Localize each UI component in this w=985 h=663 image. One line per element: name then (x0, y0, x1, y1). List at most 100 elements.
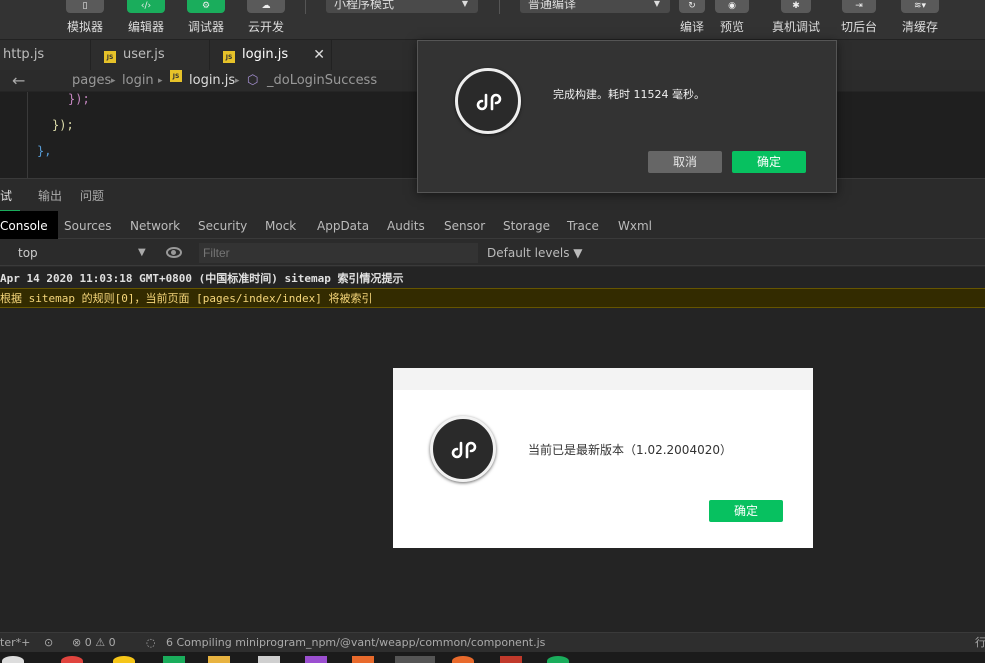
breadcrumb-item[interactable]: pages (72, 70, 111, 92)
toolbar-divider (305, 0, 306, 14)
js-file-icon: JS (223, 51, 235, 63)
taskbar-app-icon[interactable] (395, 656, 435, 663)
debugger-button[interactable]: ⚙ 调试器 (187, 0, 225, 35)
clear-cache-button[interactable]: ≋▾ 清缓存 (900, 0, 940, 35)
tab-wxml[interactable]: Wxml (618, 211, 652, 239)
miniprogram-logo-icon (455, 68, 521, 134)
debug-icon: ⚙ (187, 0, 225, 13)
code-line: }); (52, 118, 74, 132)
simulator-icon: ▯ (66, 0, 104, 13)
sync-icon[interactable]: ⊙ (44, 633, 53, 653)
taskbar-app-icon[interactable] (258, 656, 280, 663)
taskbar-app-icon[interactable] (2, 656, 24, 663)
tab-network[interactable]: Network (130, 211, 180, 239)
tab-sources[interactable]: Sources (64, 211, 111, 239)
dialog-message: 完成构建。耗时 11524 毫秒。 (553, 88, 705, 101)
compile-select[interactable]: 普通编译 ▼ (520, 0, 670, 13)
taskbar-app-icon[interactable] (208, 656, 230, 663)
taskbar-app-icon[interactable] (352, 656, 374, 663)
file-tab-label: login.js (242, 47, 289, 62)
console-log-line: Apr 14 2020 11:03:18 GMT+0800 (中国标准时间) s… (0, 272, 404, 285)
dialog-message: 当前已是最新版本（1.02.2004020） (528, 443, 732, 457)
tab-problems[interactable]: 问题 (80, 179, 104, 212)
spinner-icon: ◌ (146, 636, 156, 649)
tab-appdata[interactable]: AppData (317, 211, 369, 239)
taskbar-app-icon[interactable] (547, 656, 569, 663)
taskbar-app-icon[interactable] (61, 656, 83, 663)
layers-icon: ≋▾ (901, 0, 939, 13)
filter-input[interactable] (199, 243, 478, 263)
compile-label: 编译 (679, 20, 704, 34)
tab-audits[interactable]: Audits (387, 211, 425, 239)
tab-debugger[interactable]: 试器 (0, 179, 20, 238)
preview-button[interactable]: ◉ 预览 (713, 0, 751, 35)
js-file-icon: JS (104, 51, 116, 63)
taskbar-app-icon[interactable] (163, 656, 185, 663)
simulator-label: 模拟器 (66, 20, 103, 34)
code-line: }); (68, 92, 90, 106)
cloud-button[interactable]: ☁ 云开发 (247, 0, 285, 35)
eye-icon[interactable] (166, 247, 182, 258)
tab-trace[interactable]: Trace (567, 211, 599, 239)
mode-select[interactable]: 小程序模式 ▼ (326, 0, 478, 13)
background-button[interactable]: ⇥ 切后台 (840, 0, 878, 35)
file-tab-http[interactable]: http.js (0, 40, 91, 70)
tab-mock[interactable]: Mock (265, 211, 296, 239)
console-filter-bar: top ▼ Default levels ▼ (0, 240, 985, 266)
editor-button[interactable]: ‹/› 编辑器 (127, 0, 165, 35)
cloud-icon: ☁ (247, 0, 285, 13)
mode-select-value: 小程序模式 (334, 0, 395, 11)
close-icon[interactable]: ✕ (313, 40, 325, 70)
breadcrumb-item[interactable]: login.js (189, 70, 235, 92)
status-branch[interactable]: ter*+ (0, 633, 30, 653)
back-arrow-icon[interactable]: ← (12, 70, 25, 92)
compile-button[interactable]: ↻ 编译 (673, 0, 711, 35)
eye-icon: ◉ (715, 0, 749, 13)
tab-storage[interactable]: Storage (503, 211, 550, 239)
switch-icon: ⇥ (842, 0, 876, 13)
file-tab-login[interactable]: JS login.js ✕ (210, 40, 332, 70)
cancel-button[interactable]: 取消 (648, 151, 722, 173)
simulator-button[interactable]: ▯ 模拟器 (66, 0, 104, 35)
indent-guide (27, 92, 28, 178)
breadcrumb-item[interactable]: login (122, 70, 154, 92)
chevron-right-icon: ▸ (235, 76, 240, 86)
breadcrumb-item[interactable]: _doLoginSuccess (267, 70, 377, 92)
remote-debug-label: 真机调试 (771, 20, 820, 34)
status-problems[interactable]: ⊗ 0 ⚠ 0 (72, 633, 116, 653)
context-select[interactable]: top (18, 240, 38, 267)
file-tab-user[interactable]: JS user.js (91, 40, 210, 70)
tab-security[interactable]: Security (198, 211, 247, 239)
tab-sensor[interactable]: Sensor (444, 211, 485, 239)
taskbar-app-icon[interactable] (452, 656, 474, 663)
compile-select-value: 普通编译 (528, 0, 577, 11)
taskbar-app-icon[interactable] (305, 656, 327, 663)
confirm-button[interactable]: 确定 (732, 151, 806, 173)
remote-debug-button[interactable]: ✱ 真机调试 (770, 0, 822, 35)
status-compiling: 6 Compiling miniprogram_npm/@vant/weapp/… (166, 636, 546, 649)
file-tab-label: user.js (123, 47, 165, 62)
tab-output[interactable]: 输出 (38, 179, 62, 212)
background-label: 切后台 (840, 20, 877, 34)
panel-tabs: Console Sources Network Security Mock Ap… (0, 211, 985, 239)
status-line-info[interactable]: 行 (975, 633, 985, 653)
debugger-label: 调试器 (187, 20, 224, 34)
toolbar-divider (499, 0, 500, 14)
editor-label: 编辑器 (127, 20, 164, 34)
taskbar-app-icon[interactable] (113, 656, 135, 663)
cloud-label: 云开发 (247, 20, 284, 34)
clear-cache-label: 清缓存 (901, 20, 938, 34)
chevron-right-icon: ▸ (158, 76, 163, 86)
taskbar-app-icon[interactable] (500, 656, 522, 663)
confirm-button[interactable]: 确定 (709, 500, 783, 522)
taskbar (0, 652, 985, 663)
levels-select[interactable]: Default levels ▼ (487, 240, 583, 267)
code-line: }, (37, 144, 52, 158)
chevron-down-icon[interactable]: ▼ (138, 240, 146, 266)
refresh-icon: ↻ (679, 0, 705, 13)
console-warning-line: 根据 sitemap 的规则[0]，当前页面 [pages/index/inde… (0, 288, 985, 308)
tab-console[interactable]: Console (0, 211, 58, 239)
bug-icon: ✱ (781, 0, 811, 13)
file-tab-label: http.js (3, 47, 45, 62)
dialog-header (393, 368, 813, 390)
